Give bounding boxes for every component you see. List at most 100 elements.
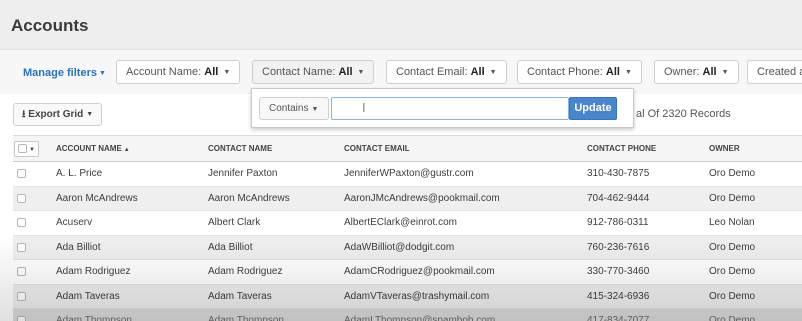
operator-select[interactable]: Contains ▼ [259,97,329,120]
contact-email-cell: AlbertEClark@einrot.com [344,210,587,236]
page-header: Accounts [0,0,802,50]
contact-name-cell: Aaron McAndrews [208,186,344,211]
row-checkbox[interactable] [17,316,26,321]
download-icon: ⭳ [22,109,26,120]
table-row[interactable]: Adam Rodriguez Adam Rodriguez AdamCRodri… [13,259,802,285]
filter-created-at[interactable]: Created a [747,60,802,84]
column-header-contact-name[interactable]: CONTACT NAME [208,135,344,162]
chevron-down-icon: ▼ [98,70,106,77]
account-name-cell: Ada Billiot [56,235,208,260]
table-row[interactable]: Adam Taveras Adam Taveras AdamVTaveras@t… [13,284,802,309]
row-select-cell [13,210,56,236]
accounts-table: ▼ ACCOUNT NAME ▲ CONTACT NAME CONTACT EMA… [13,135,802,321]
filter-value: All [702,66,717,78]
owner-cell: Oro Demo [709,259,802,285]
manage-filters-link[interactable]: Manage filters ▼ [23,67,106,79]
contact-phone-cell: 415-324-6936 [587,284,709,309]
export-grid-button[interactable]: ⭳ Export Grid ▼ [13,103,103,126]
filter-value-input[interactable] [331,97,569,120]
contact-email-cell: AdamCRodriguez@pookmail.com [344,259,587,285]
row-checkbox[interactable] [17,242,26,252]
row-checkbox[interactable] [17,193,26,203]
filter-label: Created a [757,66,802,78]
row-select-cell [13,259,56,285]
row-select-cell [13,284,56,309]
contact-name-cell: Ada Billiot [208,235,344,260]
column-header-contact-email[interactable]: CONTACT EMAIL [344,135,587,162]
filter-value: All [204,66,219,78]
contact-phone-cell: 912-786-0311 [587,210,709,236]
filter-value: All [338,66,353,78]
select-all-checkbox[interactable]: ▼ [14,140,39,157]
account-name-cell: Adam Taveras [56,284,208,309]
contact-phone-cell: 704-462-9444 [587,186,709,211]
owner-cell: Oro Demo [709,308,802,321]
table-row[interactable]: Adam Thompson Adam Thompson AdamLThompso… [13,308,802,321]
contact-phone-cell: 760-236-7616 [587,235,709,260]
owner-cell: Oro Demo [709,186,802,211]
account-name-cell: Aaron McAndrews [56,186,208,211]
row-checkbox[interactable] [17,291,26,301]
contact-name-cell: Adam Thompson [208,308,344,321]
manage-filters-label: Manage filters [23,67,97,79]
account-name-cell: Acuserv [56,210,208,236]
column-header-account-name[interactable]: ACCOUNT NAME ▲ [56,135,208,162]
column-header-owner[interactable]: OWNER [709,135,802,162]
filter-contact-phone[interactable]: Contact Phone: All ▼ [517,60,642,84]
contact-phone-cell: 417-834-7077 [587,308,709,321]
row-select-cell [13,161,56,187]
checkbox-icon [18,143,27,153]
update-button[interactable]: Update [569,97,617,120]
contact-email-cell: AdaWBilliot@dodgit.com [344,235,587,260]
contact-email-cell: AdamVTaveras@trashymail.com [344,284,587,309]
column-label: CONTACT NAME [208,144,273,153]
owner-cell: Leo Nolan [709,210,802,236]
filter-owner[interactable]: Owner: All ▼ [654,60,739,84]
table-header-row: ▼ ACCOUNT NAME ▲ CONTACT NAME CONTACT EMA… [13,135,802,162]
account-name-cell: Adam Rodriguez [56,259,208,285]
row-checkbox[interactable] [17,218,26,228]
row-checkbox[interactable] [17,267,26,277]
contact-name-cell: Adam Rodriguez [208,259,344,285]
chevron-down-icon: ▼ [489,69,497,76]
text-cursor-icon: I [362,100,366,115]
filter-label: Contact Email: [396,66,468,78]
filter-contact-email[interactable]: Contact Email: All ▼ [386,60,507,84]
filter-label: Contact Name: [262,66,336,78]
chevron-down-icon: ▼ [721,69,729,76]
column-label: OWNER [709,144,740,153]
filter-contact-name[interactable]: Contact Name: All ▼ [252,60,375,84]
chevron-down-icon: ▼ [86,111,94,118]
filter-value: All [605,66,620,78]
row-checkbox[interactable] [17,169,26,179]
filter-label: Owner: [664,66,700,78]
filter-label: Account Name: [126,66,202,78]
account-name-cell: Adam Thompson [56,308,208,321]
owner-cell: Oro Demo [709,161,802,187]
column-label: CONTACT EMAIL [344,144,410,153]
filter-label: Contact Phone: [527,66,603,78]
table-row[interactable]: Ada Billiot Ada Billiot AdaWBilliot@dodg… [13,235,802,260]
chevron-down-icon: ▼ [311,106,319,113]
chevron-down-icon: ▼ [223,69,231,76]
filter-account-name[interactable]: Account Name: All ▼ [116,60,241,84]
table-row[interactable]: Acuserv Albert Clark AlbertEClark@einrot… [13,210,802,236]
chevron-down-icon: ▼ [624,69,632,76]
table-row[interactable]: Aaron McAndrews Aaron McAndrews AaronJMc… [13,186,802,211]
column-label: CONTACT PHONE [587,144,657,153]
owner-cell: Oro Demo [709,235,802,260]
contact-phone-cell: 310-430-7875 [587,161,709,187]
contact-name-cell: Albert Clark [208,210,344,236]
filter-value: All [470,66,485,78]
records-count: al Of 2320 Records [636,108,731,120]
table-row[interactable]: A. L. Price Jennifer Paxton JenniferWPax… [13,161,802,187]
chevron-down-icon: ▼ [29,146,35,153]
column-label: ACCOUNT NAME [56,144,122,153]
row-select-cell [13,235,56,260]
column-header-contact-phone[interactable]: CONTACT PHONE [587,135,709,162]
contact-name-cell: Adam Taveras [208,284,344,309]
owner-cell: Oro Demo [709,284,802,309]
chevron-down-icon: ▼ [357,69,365,76]
row-select-cell [13,308,56,321]
page-title: Accounts [11,16,89,35]
